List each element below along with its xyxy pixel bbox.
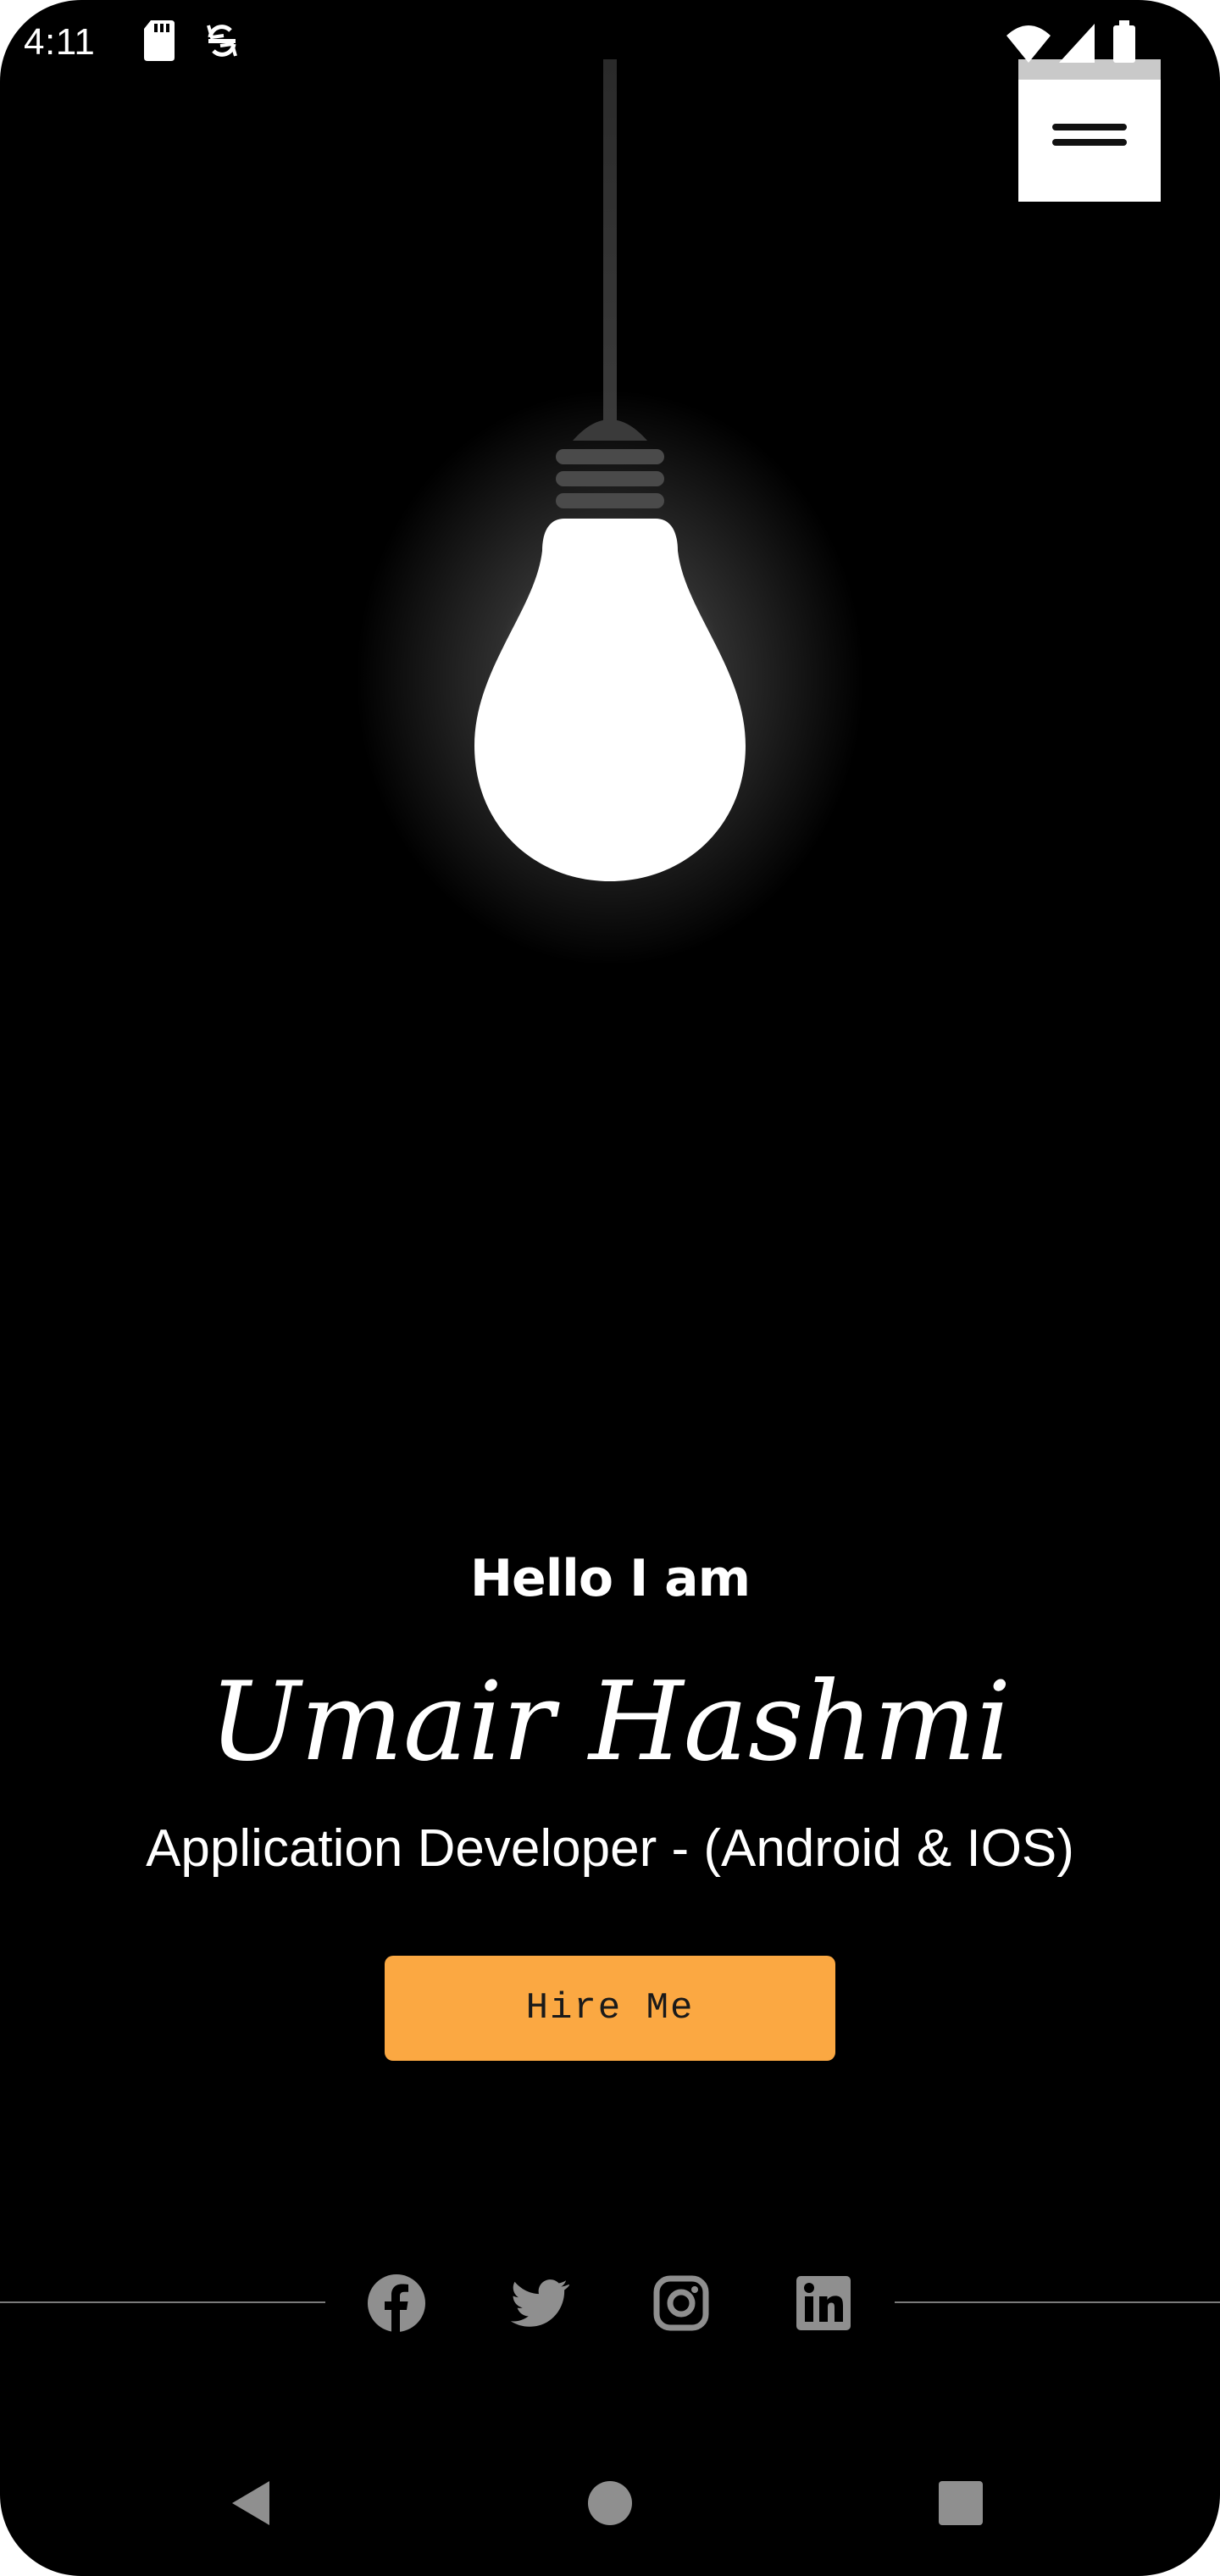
divider-left: [0, 2301, 325, 2303]
hero-name: Umair Hashmi: [208, 1659, 1012, 1785]
status-bar: 4:11: [0, 0, 1220, 85]
status-time: 4:11: [24, 21, 96, 63]
instagram-icon[interactable]: [651, 2273, 712, 2334]
sync-icon: [207, 25, 237, 57]
linkedin-icon[interactable]: [793, 2273, 854, 2334]
hero-role: Application Developer - (Android & IOS): [146, 1819, 1074, 1878]
hero-greeting: Hello I am: [469, 1549, 751, 1608]
divider-right: [895, 2301, 1220, 2303]
signal-icon: [1059, 24, 1095, 63]
recents-icon[interactable]: [934, 2476, 988, 2530]
sd-card-icon: [144, 20, 175, 61]
app-screen: 4:11 Hello I am Umair Hashmi Application…: [0, 0, 1220, 2576]
facebook-icon[interactable]: [366, 2273, 427, 2334]
back-icon[interactable]: [227, 2476, 281, 2530]
wifi-icon: [1006, 25, 1051, 63]
twitter-icon[interactable]: [508, 2273, 569, 2334]
home-icon[interactable]: [583, 2476, 637, 2530]
hire-me-label: Hire Me: [525, 1987, 695, 2029]
system-nav-bar: [0, 2457, 1220, 2549]
hamburger-menu-icon: [1052, 119, 1127, 153]
hire-me-button[interactable]: Hire Me: [385, 1956, 835, 2061]
battery-icon: [1113, 20, 1135, 63]
